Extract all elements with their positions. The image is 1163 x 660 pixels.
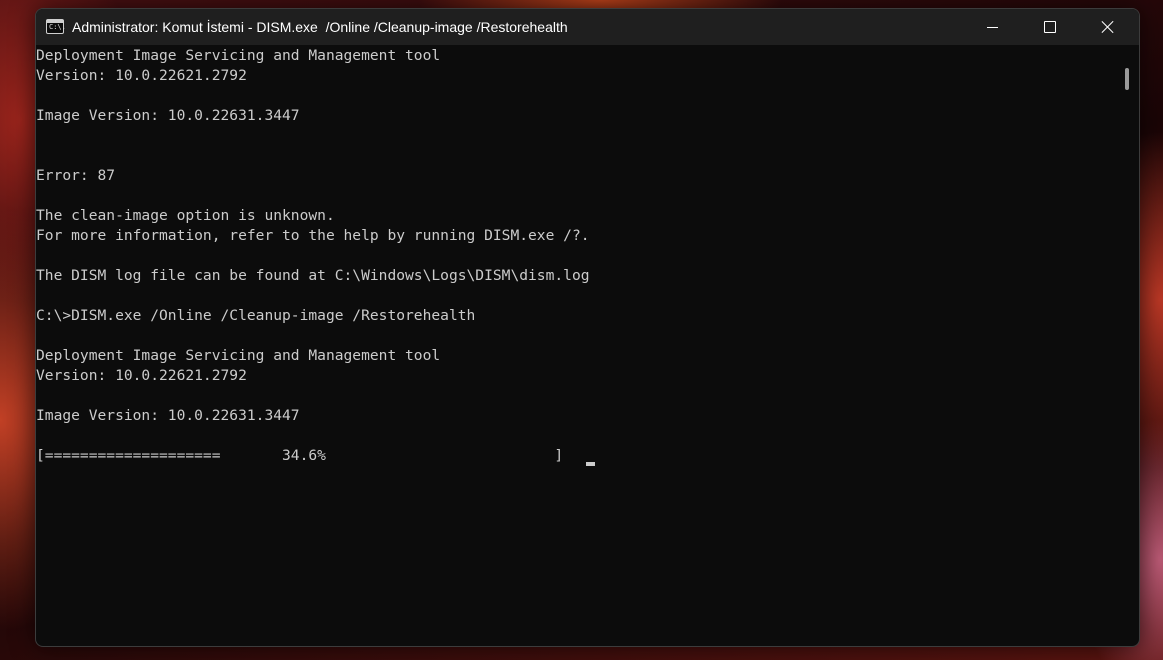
minimize-button[interactable] xyxy=(963,9,1021,45)
minimize-icon xyxy=(986,26,998,28)
console-line: Image Version: 10.0.22631.3447 xyxy=(36,107,300,124)
console-line: Deployment Image Servicing and Managemen… xyxy=(36,47,441,64)
console-prompt-line: C:\>DISM.exe /Online /Cleanup-image /Res… xyxy=(36,307,476,324)
console-output[interactable]: Deployment Image Servicing and Managemen… xyxy=(36,46,1116,644)
close-icon xyxy=(1101,20,1115,34)
maximize-button[interactable] xyxy=(1021,9,1079,45)
text-cursor xyxy=(586,462,595,466)
console-line: Deployment Image Servicing and Managemen… xyxy=(36,347,441,364)
console-line: The DISM log file can be found at C:\Win… xyxy=(36,267,590,284)
window-title: Administrator: Komut İstemi - DISM.exe /… xyxy=(72,19,568,35)
progress-bar-line: [==================== 34.6% ] xyxy=(36,447,572,464)
maximize-icon xyxy=(1044,21,1056,33)
vertical-scrollbar[interactable] xyxy=(1116,46,1139,645)
close-button[interactable] xyxy=(1079,9,1137,45)
title-bar[interactable]: C:\. Administrator: Komut İstemi - DISM.… xyxy=(36,9,1139,45)
console-line: Error: 87 xyxy=(36,167,116,184)
scrollbar-thumb[interactable] xyxy=(1125,68,1129,90)
cmd-icon-label: C:\. xyxy=(49,23,66,31)
console-line: Version: 10.0.22621.2792 xyxy=(36,67,247,84)
cmd-app-icon[interactable]: C:\. xyxy=(46,19,66,34)
command-prompt-window[interactable]: C:\. Administrator: Komut İstemi - DISM.… xyxy=(35,8,1140,647)
console-line: Image Version: 10.0.22631.3447 xyxy=(36,407,300,424)
console-line: The clean-image option is unknown. xyxy=(36,207,335,224)
console-line: For more information, refer to the help … xyxy=(36,227,590,244)
console-line: Version: 10.0.22621.2792 xyxy=(36,367,247,384)
